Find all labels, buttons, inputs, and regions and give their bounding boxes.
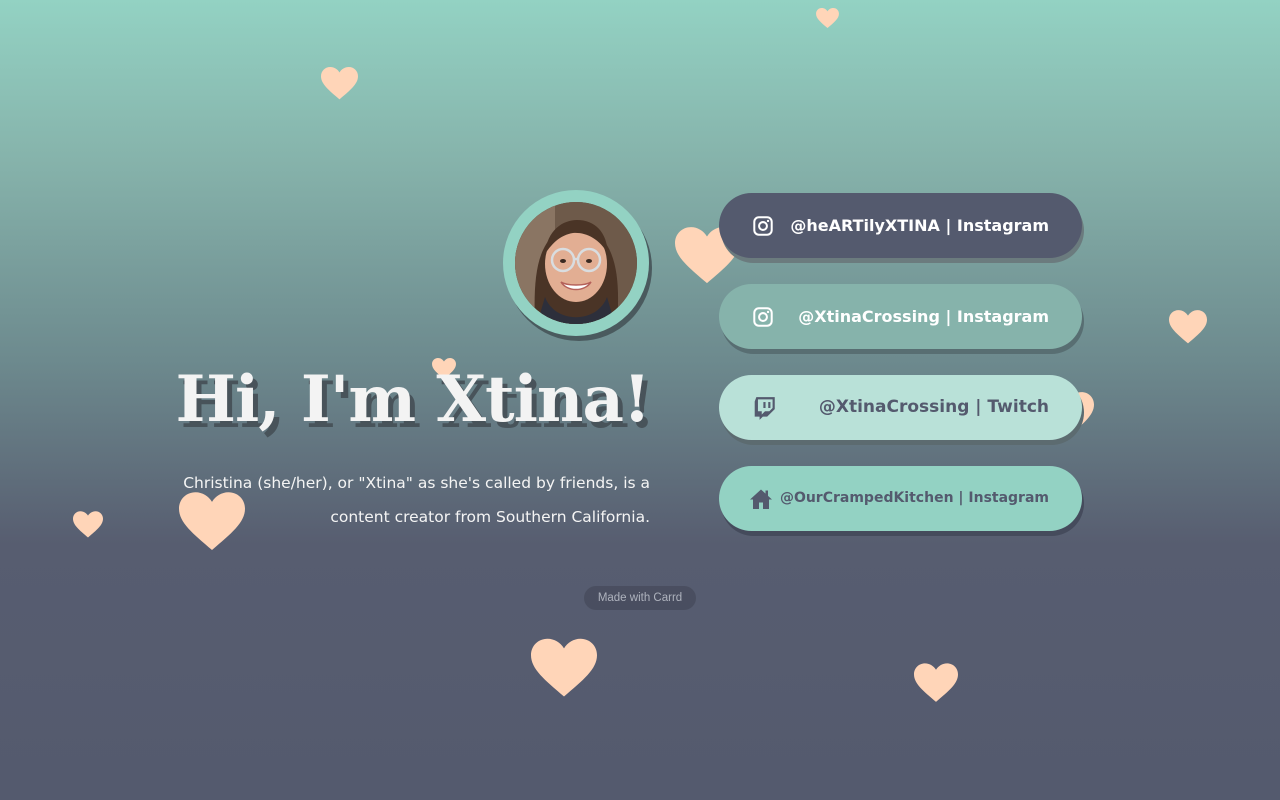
instagram-ourcrampedkitchen-link[interactable]: @OurCrampedKitchen | Instagram [719, 466, 1082, 531]
twitch-icon [752, 395, 778, 421]
link-label: @heARTilyXTINA | Instagram [790, 216, 1049, 235]
heart-icon [914, 663, 958, 704]
link-label: @XtinaCrossing | Twitch [818, 397, 1049, 417]
heart-icon [531, 638, 597, 700]
avatar-frame [503, 190, 649, 336]
instagram-xtinacrossing-link[interactable]: @XtinaCrossing | Instagram [719, 284, 1082, 349]
link-label: @OurCrampedKitchen | Instagram [779, 490, 1049, 506]
heart-icon [321, 67, 358, 101]
made-with-carrd-link[interactable]: Made with Carrd [584, 586, 696, 610]
heart-icon [816, 8, 839, 29]
heart-icon [1169, 310, 1207, 345]
link-label: @XtinaCrossing | Instagram [798, 307, 1049, 326]
twitch-xtinacrossing-link[interactable]: @XtinaCrossing | Twitch [719, 375, 1082, 440]
avatar [515, 202, 637, 324]
heart-icon [73, 511, 103, 539]
intro-text: Christina (she/her), or "Xtina" as she's… [183, 474, 650, 526]
instagram-icon [752, 306, 774, 328]
page-title: Hi, I'm Xtina! [175, 362, 651, 437]
home-icon [749, 487, 773, 511]
instagram-icon [752, 215, 774, 237]
instagram-heartilyxtina-link[interactable]: @heARTilyXTINA | Instagram [719, 193, 1082, 258]
